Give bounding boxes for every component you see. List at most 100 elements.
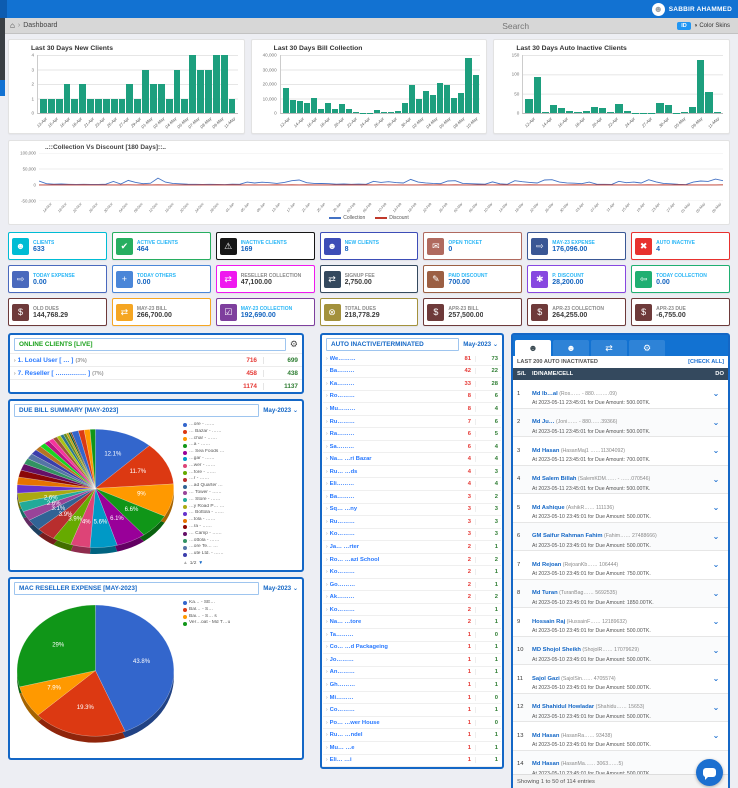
client-name-link[interactable]: Md Hasan bbox=[532, 761, 559, 767]
x-tick-label: 14-Apr bbox=[292, 116, 304, 128]
list-item[interactable]: ›Gh………11 bbox=[323, 679, 501, 692]
chevron-down-icon[interactable]: ⌄ bbox=[708, 589, 724, 598]
chevron-down-icon[interactable]: ⌄ bbox=[708, 560, 724, 569]
id-badge[interactable]: ID bbox=[677, 22, 691, 30]
list-item[interactable]: ›Mu………84 bbox=[323, 403, 501, 416]
list-item[interactable]: ›Sa………64 bbox=[323, 441, 501, 454]
list-item[interactable]: ›Ta………10 bbox=[323, 629, 501, 642]
client-name-link[interactable]: Md Rejoan bbox=[532, 562, 561, 568]
collapsed-sidebar[interactable] bbox=[0, 18, 5, 96]
list-item[interactable]: ›We………8173 bbox=[323, 353, 501, 366]
chevron-down-icon[interactable]: ⌄ bbox=[708, 617, 724, 626]
list-item[interactable]: ›Ka………3328 bbox=[323, 378, 501, 391]
tab-cogs-icon[interactable]: ⚙ bbox=[629, 340, 665, 356]
chevron-down-icon[interactable]: ⌄ bbox=[708, 503, 724, 512]
avatar[interactable]: ☻ bbox=[652, 3, 665, 16]
list-item[interactable]: ›Go………21 bbox=[323, 579, 501, 592]
x-tick-label: 24-Apr bbox=[624, 116, 636, 128]
list-item[interactable]: ›Ja… …rter21 bbox=[323, 541, 501, 554]
search-input[interactable] bbox=[500, 20, 674, 32]
list-item[interactable]: ›Co………11 bbox=[323, 704, 501, 717]
list-item[interactable]: ›Ro… …azi School22 bbox=[323, 554, 501, 567]
list-item[interactable]: ›Ru… …ndel11 bbox=[323, 729, 501, 742]
month-dropdown[interactable]: May-2023 ⌄ bbox=[463, 341, 498, 348]
list-item[interactable]: ›Ru………33 bbox=[323, 516, 501, 529]
list-item[interactable]: ›Sq… …ny33 bbox=[323, 504, 501, 517]
caret-icon: › bbox=[326, 669, 328, 675]
client-name-link[interactable]: Md Ib…al bbox=[532, 391, 558, 397]
list-item[interactable]: ›Mu… …e11 bbox=[323, 742, 501, 755]
chevron-down-icon[interactable]: ⌄ bbox=[708, 475, 724, 484]
legend-dot bbox=[183, 491, 187, 495]
legend-pager: ▲ 1/2 ▼ bbox=[183, 561, 298, 568]
color-skins-button[interactable]: ◑Color Skins bbox=[694, 23, 730, 29]
list-item[interactable]: ›Ro………86 bbox=[323, 391, 501, 404]
chevron-down-icon[interactable]: ⌄ bbox=[708, 703, 724, 712]
line-chart-collection-vs-discount: ..::Collection Vs Discount [180 Days]::.… bbox=[8, 140, 730, 225]
list-item[interactable]: ›Mi………10 bbox=[323, 692, 501, 705]
chevron-down-icon[interactable]: ⌄ bbox=[708, 532, 724, 541]
client-name-link[interactable]: Md Turan bbox=[532, 590, 558, 596]
list-item[interactable]: ›Ko………21 bbox=[323, 566, 501, 579]
chevron-down-icon[interactable]: ⌄ bbox=[708, 646, 724, 655]
bar bbox=[525, 99, 532, 113]
list-item[interactable]: ›Ko………21 bbox=[323, 604, 501, 617]
client-name-link[interactable]: Md Hasan bbox=[532, 733, 559, 739]
list-item[interactable]: ›Ru………76 bbox=[323, 416, 501, 429]
month-dropdown[interactable]: May-2023 ⌄ bbox=[263, 407, 298, 414]
legend-item: …ore - …… bbox=[183, 422, 298, 429]
gear-icon[interactable]: ⚙ bbox=[290, 339, 298, 350]
client-name-link[interactable]: GM Saifur Rahman Fahim bbox=[532, 533, 603, 539]
list-item[interactable]: ›Ko………33 bbox=[323, 529, 501, 542]
tab-user-icon[interactable]: ☻ bbox=[553, 340, 589, 356]
list-item[interactable]: ›An………11 bbox=[323, 667, 501, 680]
client-name-link[interactable]: MD Shojol Sheikh bbox=[532, 647, 581, 653]
client-name-link[interactable]: Md Salem Billah bbox=[532, 476, 576, 482]
list-item[interactable]: ›Eli… …i11 bbox=[323, 755, 501, 768]
chevron-down-icon[interactable]: ⌄ bbox=[708, 418, 724, 427]
chevron-down-icon[interactable]: ⌄ bbox=[708, 389, 724, 398]
list-item[interactable]: ›Po… …wer House10 bbox=[323, 717, 501, 730]
tab-user-icon[interactable]: ☻ bbox=[515, 340, 551, 356]
client-name-link[interactable]: Md Hasan bbox=[532, 448, 559, 454]
x-tick-label: 30-Mar bbox=[559, 202, 569, 213]
client-name-link[interactable]: Hossain Raj bbox=[532, 619, 565, 625]
pager-down-icon[interactable]: ▼ bbox=[198, 561, 203, 568]
list-item[interactable]: ›Eli………44 bbox=[323, 478, 501, 491]
tab-shuffle-icon[interactable]: ⇄ bbox=[591, 340, 627, 356]
legend-item: …ute Ltd. - …… bbox=[183, 551, 298, 558]
check-all-link[interactable]: [CHECK ALL] bbox=[688, 359, 724, 365]
list-item[interactable]: ›Ra………65 bbox=[323, 428, 501, 441]
list-item[interactable]: ›Na… …ri Bazar44 bbox=[323, 453, 501, 466]
stat-value: 264,255.00 bbox=[552, 312, 604, 319]
breadcrumb: Dashboard bbox=[23, 22, 57, 29]
pie-legend: …ore - ……… Bazar - ………char - ………a - ……… … bbox=[181, 420, 299, 568]
chat-icon bbox=[703, 768, 716, 777]
list-item[interactable]: ›Jo………11 bbox=[323, 654, 501, 667]
bar bbox=[430, 95, 436, 113]
legend-item: …wer - …… bbox=[183, 463, 298, 470]
chat-button[interactable] bbox=[696, 759, 723, 786]
list-item[interactable]: ›Na… …tore21 bbox=[323, 616, 501, 629]
x-tick-label: 08-Dec bbox=[133, 202, 144, 213]
stat-label: TODAY COLLECTION bbox=[656, 273, 707, 279]
client-name-link[interactable]: Md Ju… bbox=[532, 419, 555, 425]
legend-item: …ottola - …… bbox=[183, 538, 298, 545]
list-item[interactable]: ›Ru… …ds43 bbox=[323, 466, 501, 479]
list-item[interactable]: ›Ak………22 bbox=[323, 591, 501, 604]
client-name-link[interactable]: Md Shahidul Howladar bbox=[532, 704, 594, 710]
month-dropdown[interactable]: May-2023 ⌄ bbox=[263, 585, 298, 592]
list-item[interactable]: ›Ba………4222 bbox=[323, 366, 501, 379]
online-clients-row[interactable]: ›1. Local User [ … ](3%)716699 bbox=[10, 353, 302, 366]
list-item[interactable]: ›Co… …d Packageing11 bbox=[323, 642, 501, 655]
chevron-down-icon[interactable]: ⌄ bbox=[708, 674, 724, 683]
list-item[interactable]: ›Ba………32 bbox=[323, 491, 501, 504]
breadcrumb-bar: ⌂ › Dashboard ID ◑Color Skins bbox=[0, 18, 738, 34]
chevron-down-icon[interactable]: ⌄ bbox=[708, 731, 724, 740]
pager-up-icon[interactable]: ▲ bbox=[183, 561, 188, 568]
client-name-link[interactable]: Sajol Gazi bbox=[532, 676, 560, 682]
chevron-down-icon[interactable]: ⌄ bbox=[708, 446, 724, 455]
home-icon[interactable]: ⌂ bbox=[10, 21, 15, 30]
client-name-link[interactable]: Md Ashique bbox=[532, 505, 565, 511]
online-clients-row[interactable]: ›7. Reseller [ …​.…​.…​.… ](7%)458438 bbox=[10, 366, 302, 379]
